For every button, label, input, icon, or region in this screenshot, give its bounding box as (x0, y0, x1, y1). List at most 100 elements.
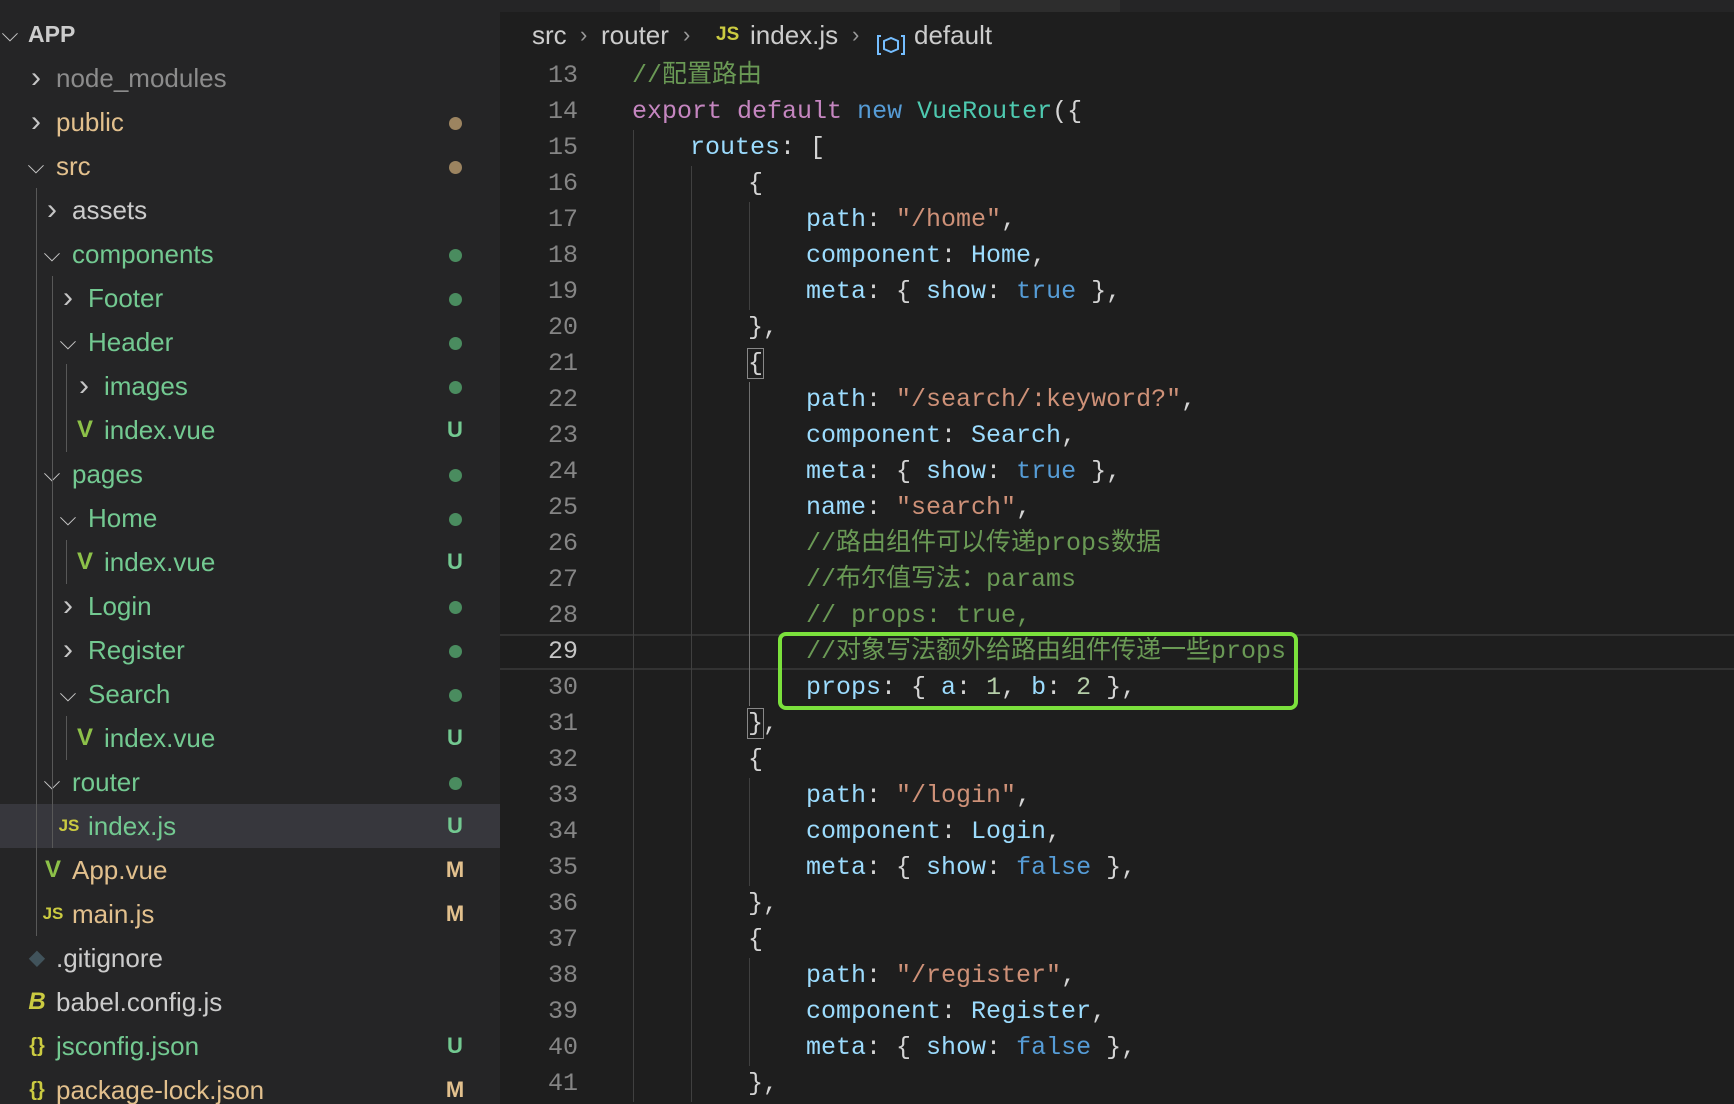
line-number: 15 (547, 133, 578, 162)
breadcrumb-item-file[interactable]: index.js (750, 12, 838, 58)
line-number: 39 (547, 997, 578, 1026)
file-row[interactable]: Vindex.vue U (0, 408, 500, 452)
git-status-badge: M (445, 1077, 465, 1102)
code-text: component: Home, (806, 238, 1046, 274)
file-row[interactable]: V App.vue M (0, 848, 500, 892)
editor-tab[interactable] (660, 0, 1120, 12)
code-line[interactable]: 27 //布尔值写法：params (500, 562, 1734, 598)
chevron-down-icon: ⌵ (59, 505, 77, 530)
code-token: : (941, 997, 972, 1026)
code-token: : (941, 241, 972, 270)
code-token: true (1016, 457, 1077, 486)
git-status-badge (440, 584, 470, 628)
folder-row[interactable]: ⌵ Search (0, 672, 500, 716)
line-number: 37 (547, 925, 578, 954)
code-line[interactable]: 19 meta: { show: true }, (500, 274, 1734, 310)
folder-row[interactable]: › assets (0, 188, 500, 232)
tree-item-label: jsconfig.json (56, 1031, 200, 1061)
vue-file-icon: V (76, 548, 93, 575)
folder-row[interactable]: › images (0, 364, 500, 408)
code-line[interactable]: 21 { (500, 346, 1734, 382)
code-text: component: Register, (806, 994, 1106, 1030)
explorer-sidebar: ⌵ APP › node_modules › public ⌵ src › assets ⌵ co… (0, 0, 500, 1104)
line-number: 13 (547, 61, 578, 90)
code-line[interactable]: 40 meta: { show: false }, (500, 1030, 1734, 1066)
file-row[interactable]: {} package-lock.json M (0, 1068, 500, 1104)
code-editor[interactable]: src › router › JS index.js › default 13 /… (500, 0, 1734, 1104)
breadcrumb-item-router[interactable]: router (601, 12, 669, 58)
folder-row[interactable]: ⌵ components (0, 232, 500, 276)
code-line[interactable]: 16 { (500, 166, 1734, 202)
code-line[interactable]: 39 component: Register, (500, 994, 1734, 1030)
folder-row[interactable]: ⌵ pages (0, 452, 500, 496)
code-line[interactable]: 20}, (500, 310, 1734, 346)
code-line[interactable]: 37 { (500, 922, 1734, 958)
code-token: component (806, 241, 942, 270)
code-token: path (806, 385, 867, 414)
folder-row[interactable]: › Register (0, 628, 500, 672)
code-line[interactable]: 22 path: "/search/:keyword?", (500, 382, 1734, 418)
git-status-badge (440, 760, 470, 804)
line-number: 23 (547, 421, 578, 450)
folder-row[interactable]: › node_modules (0, 56, 500, 100)
code-line[interactable]: 31}, (500, 706, 1734, 742)
git-file-icon: ◆ (29, 947, 45, 969)
code-line[interactable]: 18 component: Home, (500, 238, 1734, 274)
code-line[interactable]: 32 { (500, 742, 1734, 778)
line-number: 19 (547, 277, 578, 306)
file-row[interactable]: JS main.js M (0, 892, 500, 936)
status-dot (448, 160, 462, 174)
code-token: : { (866, 457, 927, 486)
folder-row[interactable]: › Footer (0, 276, 500, 320)
breadcrumb-item-src[interactable]: src (532, 12, 567, 58)
code-token: : (866, 493, 897, 522)
code-line[interactable]: 28 // props: true, (500, 598, 1734, 634)
folder-row[interactable]: ⌵ router (0, 760, 500, 804)
json-file-icon: {} (29, 1035, 45, 1057)
code-line[interactable]: 26 //路由组件可以传递props数据 (500, 526, 1734, 562)
code-line[interactable]: 38 path: "/register", (500, 958, 1734, 994)
line-number: 35 (547, 853, 578, 882)
code-line[interactable]: 35 meta: { show: false }, (500, 850, 1734, 886)
file-row[interactable]: Vindex.vue U (0, 540, 500, 584)
code-line[interactable]: 14 export default new VueRouter({ (500, 94, 1734, 130)
code-token: path (806, 961, 867, 990)
vue-file-icon: V (76, 724, 93, 751)
folder-row[interactable]: › public (0, 100, 500, 144)
line-number: 36 (547, 889, 578, 918)
editor-tab[interactable] (1125, 0, 1734, 12)
code-line[interactable]: 41}, (500, 1066, 1734, 1102)
code-token: false (1016, 1033, 1092, 1062)
file-row[interactable]: Vindex.vue U (0, 716, 500, 760)
folder-row[interactable]: › Login (0, 584, 500, 628)
file-row[interactable]: ◆ .gitignore (0, 936, 500, 980)
code-token: : { (866, 853, 927, 882)
code-line[interactable]: 36}, (500, 886, 1734, 922)
folder-row[interactable]: ⌵ Home (0, 496, 500, 540)
code-line[interactable]: 25 name: "search", (500, 490, 1734, 526)
folder-row[interactable]: ⌵ Header (0, 320, 500, 364)
code-line[interactable]: 17 path: "/home", (500, 202, 1734, 238)
breadcrumb-item-symbol[interactable]: default (914, 12, 992, 58)
code-line[interactable]: 13 //配置路由 (500, 58, 1734, 94)
file-row[interactable]: JS index.js U (0, 804, 500, 848)
code-text: { (748, 742, 763, 778)
file-row[interactable]: {} jsconfig.json U (0, 1024, 500, 1068)
git-status-badge: U (447, 417, 463, 442)
indent-guide (52, 804, 53, 848)
line-number: 40 (547, 1033, 578, 1062)
tree-item-label: components (72, 239, 214, 269)
code-line[interactable]: 24 meta: { show: true }, (500, 454, 1734, 490)
folder-row[interactable]: ⌵ src (0, 144, 500, 188)
code-token: new (857, 97, 903, 126)
code-line[interactable]: 34 component: Login, (500, 814, 1734, 850)
line-number: 28 (547, 601, 578, 630)
line-number: 29 (547, 637, 578, 666)
explorer-root[interactable]: ⌵ APP (0, 12, 500, 56)
code-line[interactable]: 23 component: Search, (500, 418, 1734, 454)
code-line[interactable]: 33 path: "/login", (500, 778, 1734, 814)
git-status-badge: U (447, 813, 463, 838)
file-row[interactable]: Bbabel.config.js (0, 980, 500, 1024)
code-line[interactable]: 15 routes: [ (500, 130, 1734, 166)
